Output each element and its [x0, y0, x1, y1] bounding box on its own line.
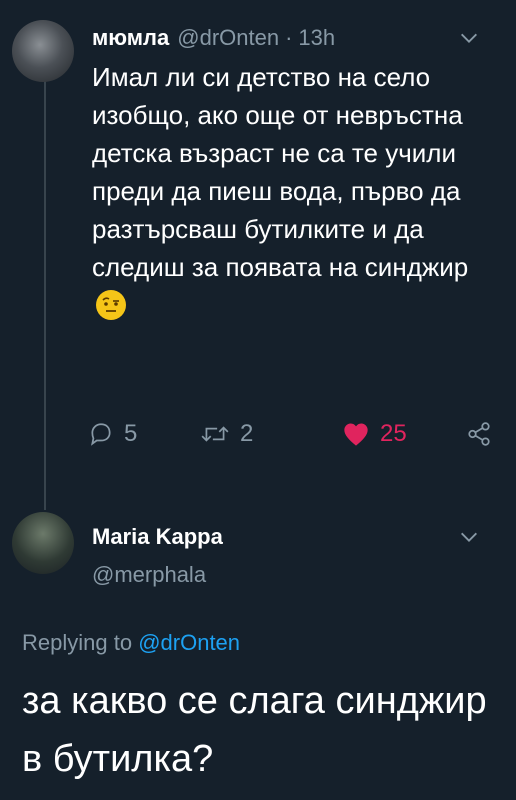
tweet-header: мюмла @drOnten · 13h — [92, 22, 496, 54]
timestamp[interactable]: 13h — [298, 25, 335, 51]
heart-icon — [344, 423, 368, 446]
reply-button[interactable]: 5 — [88, 414, 137, 454]
share-button[interactable] — [466, 414, 502, 454]
author-handle[interactable]: @drOnten — [177, 25, 279, 51]
tweet-text: Имал ли си детство на село изобщо, ако о… — [92, 58, 492, 324]
like-button[interactable]: 25 — [342, 414, 407, 454]
avatar[interactable] — [12, 512, 74, 574]
share-icon — [468, 422, 490, 446]
thread-connector-line — [44, 74, 46, 510]
author-name[interactable]: Maria Kappa — [92, 524, 223, 550]
replying-prefix: Replying to — [22, 630, 133, 655]
replying-to: Replying to @drOnten — [22, 630, 240, 656]
reply-count: 5 — [124, 420, 138, 447]
author-handle[interactable]: @merphala — [92, 562, 206, 588]
tweet-body: Имал ли си детство на село изобщо, ако о… — [92, 62, 469, 282]
retweet-count: 2 — [240, 420, 254, 447]
chevron-down-icon[interactable] — [458, 27, 480, 49]
reply-icon — [91, 423, 111, 446]
replying-to-handle-link[interactable]: @drOnten — [138, 630, 240, 655]
face-with-raised-eyebrow-icon — [96, 290, 126, 320]
retweet-icon — [201, 426, 229, 442]
separator: · — [285, 25, 293, 50]
chevron-down-icon[interactable] — [458, 526, 480, 548]
tweet-actions: 5 2 25 — [88, 414, 504, 454]
reply-header: Maria Kappa — [92, 520, 496, 554]
avatar[interactable] — [12, 20, 74, 82]
like-count: 25 — [380, 420, 407, 447]
retweet-button[interactable]: 2 — [200, 414, 253, 454]
reply-text: за какво се слага синджир в бутилка? — [22, 680, 487, 780]
author-name[interactable]: мюмла — [92, 25, 169, 51]
